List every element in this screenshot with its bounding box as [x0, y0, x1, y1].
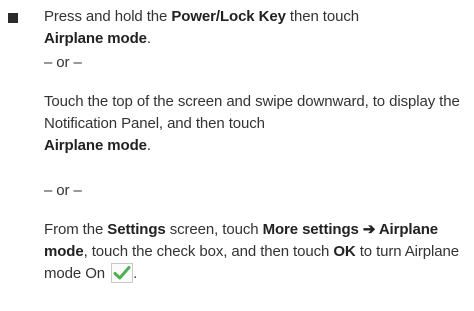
square-bullet-icon	[8, 13, 18, 23]
text-segment: .	[133, 265, 138, 282]
checked-checkbox-icon	[111, 263, 134, 283]
text-segment: Press and hold the	[44, 8, 172, 25]
bold-term-settings: Settings	[107, 221, 166, 238]
or-separator: – or –	[44, 54, 82, 71]
step-option-2: Touch the top of the screen and swipe do…	[44, 91, 468, 157]
or-separator: – or –	[44, 182, 82, 199]
bold-term-power-lock-key: Power/Lock Key	[171, 8, 286, 25]
step-option-3: From the Settings screen, touch More set…	[44, 219, 468, 285]
text-segment: screen, touch	[165, 221, 263, 238]
step-option-1: Press and hold the Power/Lock Key then t…	[44, 6, 468, 50]
bold-term-airplane-mode: Airplane mode	[44, 30, 147, 47]
text-segment: , touch the check box, and then touch	[83, 243, 334, 260]
text-segment: then touch	[285, 8, 359, 25]
document-page: Press and hold the Power/Lock Key then t…	[0, 0, 474, 311]
text-segment: .	[146, 30, 151, 47]
bold-term-airplane-mode: Airplane mode	[44, 137, 147, 154]
text-segment: .	[146, 137, 151, 154]
text-segment: From the	[44, 221, 108, 238]
text-segment: Touch the top of the screen and swipe do…	[44, 93, 460, 132]
bold-term-ok: OK	[333, 243, 356, 260]
